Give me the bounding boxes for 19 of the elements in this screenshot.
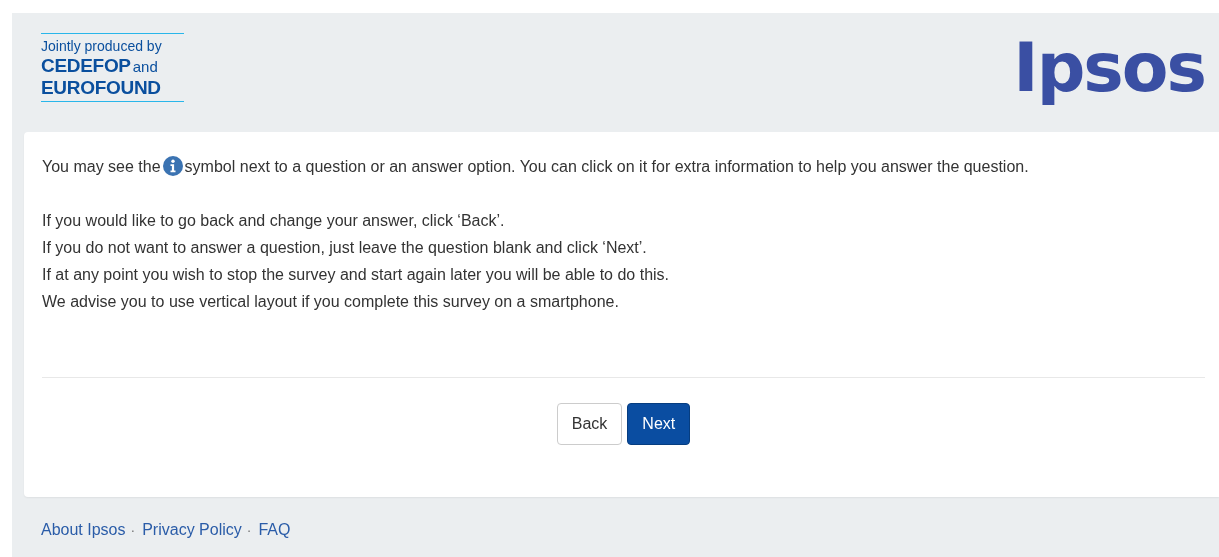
- intro-text: symbol next to a question or an answer option. You can click on it for extra information to help you answer the question.: [184, 158, 1029, 175]
- instruction-text: If you would like to go back and change your answer, click ‘Back’.: [42, 211, 506, 231]
- back-button[interactable]: Back: [556, 403, 623, 445]
- info-icon[interactable]: [162, 156, 183, 176]
- footer-link[interactable]: Privacy Policy: [142, 521, 242, 539]
- footer-link[interactable]: About Ipsos: [41, 521, 126, 539]
- brand-logo: Ipsos: [1013, 31, 1205, 105]
- instruction-text: If at any point you wish to stop the survey and start again later you will be able to do this.: [42, 265, 671, 285]
- logo-name: EUROFOUND: [41, 77, 162, 99]
- footer-link[interactable]: FAQ: [258, 521, 291, 539]
- instruction-text: We advise you to use vertical layout if you complete this survey on a smartphone.: [42, 292, 620, 312]
- intro-text: You may see the: [42, 158, 161, 175]
- link-separator: ·: [130, 522, 136, 538]
- logo-tagline: Jointly produced by: [41, 37, 163, 55]
- instruction-text: If you do not want to answer a question, just leave the question blank and click ‘Next’.: [42, 238, 648, 258]
- logo-name: CEDEFOP: [41, 55, 131, 77]
- next-button[interactable]: Next: [627, 403, 691, 445]
- logo-conjunction: and: [132, 58, 158, 75]
- link-separator: ·: [246, 522, 252, 538]
